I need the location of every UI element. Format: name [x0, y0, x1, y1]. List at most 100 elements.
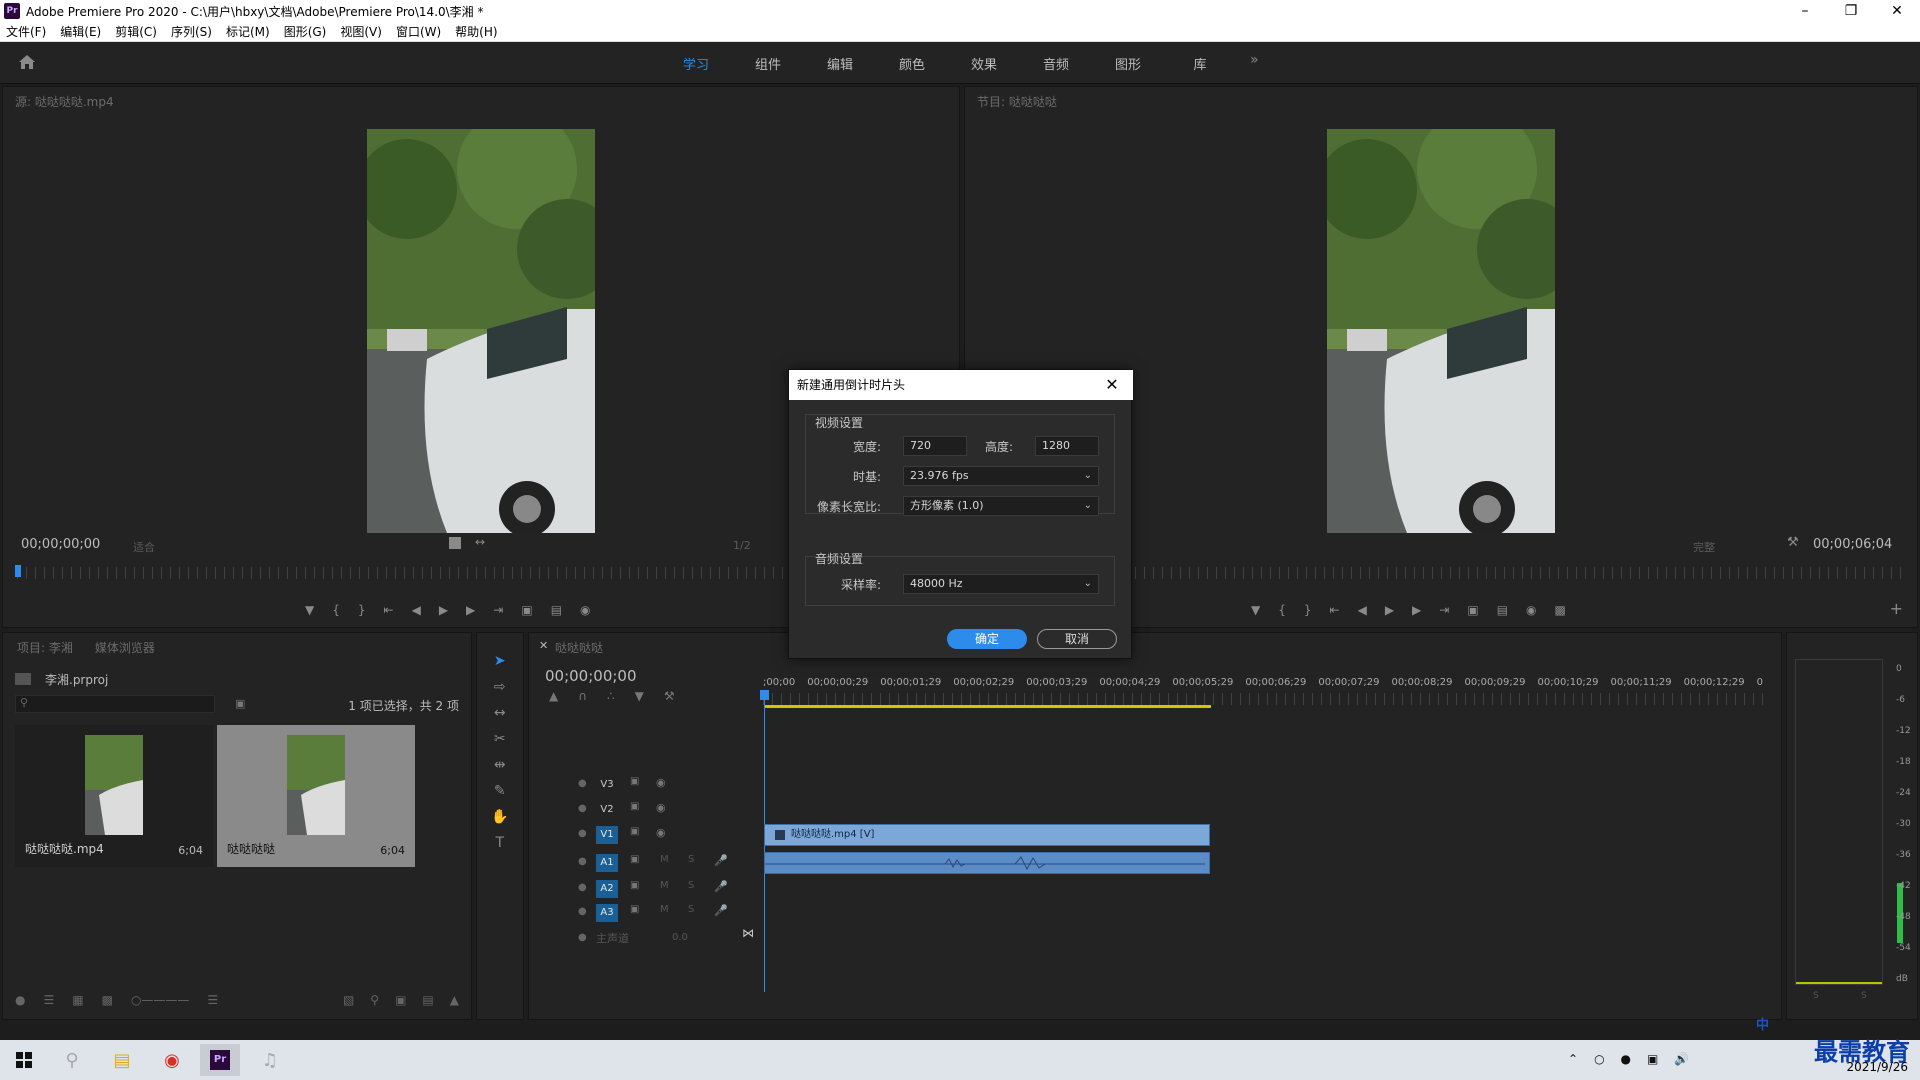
step-forward-icon[interactable]: ▶	[1412, 603, 1421, 617]
workspace-overflow-icon[interactable]: »	[1250, 52, 1259, 68]
ok-button[interactable]: 确定	[947, 629, 1027, 649]
solo-button[interactable]: S	[688, 880, 694, 891]
mark-out-icon[interactable]: }	[1304, 603, 1312, 617]
solo-button[interactable]: S	[688, 904, 694, 915]
lift-icon[interactable]: ▣	[1467, 603, 1478, 617]
ripple-edit-tool-icon[interactable]: ↔	[494, 705, 506, 721]
menu-help[interactable]: 帮助(H)	[455, 23, 497, 40]
sync-lock-icon[interactable]: ▣	[630, 854, 639, 865]
app-taskbar-icon[interactable]: ♫	[250, 1044, 290, 1076]
menu-clip[interactable]: 剪辑(C)	[115, 23, 157, 40]
track-lock-icon[interactable]: ●	[578, 828, 587, 839]
video-clip[interactable]: 哒哒哒哒.mp4 [V]	[764, 824, 1210, 846]
track-lock-icon[interactable]: ●	[578, 803, 587, 814]
compare-view-icon[interactable]: ▩	[1555, 603, 1566, 617]
program-time-ruler[interactable]	[1135, 567, 1905, 579]
width-field[interactable]: 720	[903, 436, 967, 456]
go-to-out-icon[interactable]: ⇥	[493, 603, 503, 617]
solo-button[interactable]: S	[688, 854, 694, 865]
eye-icon[interactable]: ◉	[656, 776, 666, 789]
source-settings-icon[interactable]	[449, 537, 461, 549]
step-forward-icon[interactable]: ▶	[466, 603, 475, 617]
home-icon[interactable]	[18, 54, 36, 70]
mark-in-icon[interactable]: {	[1278, 603, 1286, 617]
menu-view[interactable]: 视图(V)	[340, 23, 382, 40]
minimize-button[interactable]: –	[1782, 0, 1828, 22]
linked-selection-icon[interactable]: ∴	[607, 689, 615, 703]
project-search-input[interactable]: ⚲	[15, 695, 215, 713]
microphone-icon[interactable]: 🎤	[714, 904, 728, 917]
source-resolution-select[interactable]: 1/2	[733, 539, 751, 552]
list-view-icon[interactable]: ☰	[43, 993, 54, 1007]
sync-lock-icon[interactable]: ▣	[630, 776, 639, 787]
go-to-end-icon[interactable]: ⋈	[742, 926, 754, 940]
menu-graphics[interactable]: 图形(G)	[284, 23, 327, 40]
program-monitor-title[interactable]: 节目: 哒哒哒哒	[977, 93, 1057, 110]
workspace-tab-graphics[interactable]: 图形	[1092, 54, 1164, 73]
tray-chevron-icon[interactable]: ⌃	[1568, 1052, 1578, 1066]
overwrite-icon[interactable]: ▤	[551, 603, 562, 617]
selection-tool-icon[interactable]: ➤	[494, 653, 506, 669]
wrench-icon[interactable]: ⚒	[1787, 535, 1799, 550]
work-area-bar[interactable]	[765, 705, 1211, 708]
pixel-aspect-select[interactable]: 方形像素 (1.0) ⌄	[903, 496, 1099, 516]
sync-lock-icon[interactable]: ▣	[630, 826, 639, 837]
taskbar-date[interactable]: 2021/9/26	[1846, 1060, 1908, 1074]
mark-in-icon[interactable]: {	[332, 603, 340, 617]
timebase-select[interactable]: 23.976 fps ⌄	[903, 466, 1099, 486]
icon-view-icon[interactable]: ▦	[72, 993, 83, 1007]
source-monitor-title[interactable]: 源: 哒哒哒哒.mp4	[15, 93, 114, 110]
track-select-tool-icon[interactable]: ⇨	[494, 679, 506, 695]
search-icon[interactable]: ⚲	[52, 1044, 92, 1076]
tray-app-icon[interactable]: ●	[1621, 1052, 1631, 1066]
menu-marker[interactable]: 标记(M)	[226, 23, 270, 40]
razor-tool-icon[interactable]: ✂	[494, 731, 506, 747]
audio-clip[interactable]	[764, 852, 1210, 874]
program-quality-select[interactable]: 完整	[1693, 539, 1715, 555]
volume-icon[interactable]: 🔊	[1674, 1052, 1689, 1066]
freeform-view-icon[interactable]: ▩	[102, 993, 113, 1007]
mute-button[interactable]: M	[660, 904, 669, 915]
menu-edit[interactable]: 编辑(E)	[60, 23, 101, 40]
track-target-a2[interactable]: A2	[596, 880, 618, 898]
network-icon[interactable]: ▣	[1647, 1052, 1658, 1066]
lock-icon[interactable]: ●	[15, 993, 25, 1007]
cancel-button[interactable]: 取消	[1037, 629, 1117, 649]
go-to-in-icon[interactable]: ⇤	[1330, 603, 1340, 617]
notification-icon[interactable]: ○	[1594, 1052, 1604, 1066]
track-lock-icon[interactable]: ●	[578, 856, 587, 867]
step-back-icon[interactable]: ◀	[412, 603, 421, 617]
meter-solo-left[interactable]: S	[1813, 991, 1819, 1001]
sort-icon[interactable]: ☰	[207, 993, 218, 1007]
add-button-icon[interactable]: +	[1890, 599, 1903, 618]
menu-window[interactable]: 窗口(W)	[396, 23, 441, 40]
workspace-tab-audio[interactable]: 音频	[1020, 54, 1092, 73]
pen-tool-icon[interactable]: ✎	[494, 783, 506, 799]
track-lock-icon[interactable]: ●	[578, 882, 587, 893]
timeline-settings-icon[interactable]: ⚒	[664, 689, 675, 703]
automate-icon[interactable]: ▧	[343, 993, 354, 1007]
workspace-tab-assembly[interactable]: 组件	[732, 54, 804, 73]
windows-start-icon[interactable]	[4, 1044, 44, 1076]
track-target-v3[interactable]: V3	[596, 776, 618, 794]
eye-icon[interactable]: ◉	[656, 826, 666, 839]
samplerate-select[interactable]: 48000 Hz ⌄	[903, 574, 1099, 594]
track-target-a1[interactable]: A1	[596, 854, 618, 872]
premiere-taskbar-icon[interactable]: Pr	[200, 1044, 240, 1076]
mark-out-icon[interactable]: }	[358, 603, 366, 617]
maximize-button[interactable]: ❐	[1828, 0, 1874, 22]
export-frame-icon[interactable]: ◉	[580, 603, 590, 617]
sync-lock-icon[interactable]: ▣	[630, 880, 639, 891]
track-lock-icon[interactable]: ●	[578, 906, 587, 917]
find-icon[interactable]: ⚲	[370, 993, 379, 1007]
type-tool-icon[interactable]: T	[495, 835, 504, 851]
add-marker-icon[interactable]: ▼	[1251, 603, 1260, 617]
project-item-selected[interactable]: 哒哒哒哒 6;04	[217, 725, 415, 867]
eye-icon[interactable]: ◉	[656, 801, 666, 814]
master-volume-value[interactable]: 0.0	[672, 932, 688, 943]
close-window-button[interactable]: ✕	[1874, 0, 1920, 22]
new-item-icon[interactable]: ▤	[422, 993, 433, 1007]
meter-solo-right[interactable]: S	[1861, 991, 1867, 1001]
playhead-handle[interactable]	[760, 690, 769, 700]
microphone-icon[interactable]: 🎤	[714, 854, 728, 867]
